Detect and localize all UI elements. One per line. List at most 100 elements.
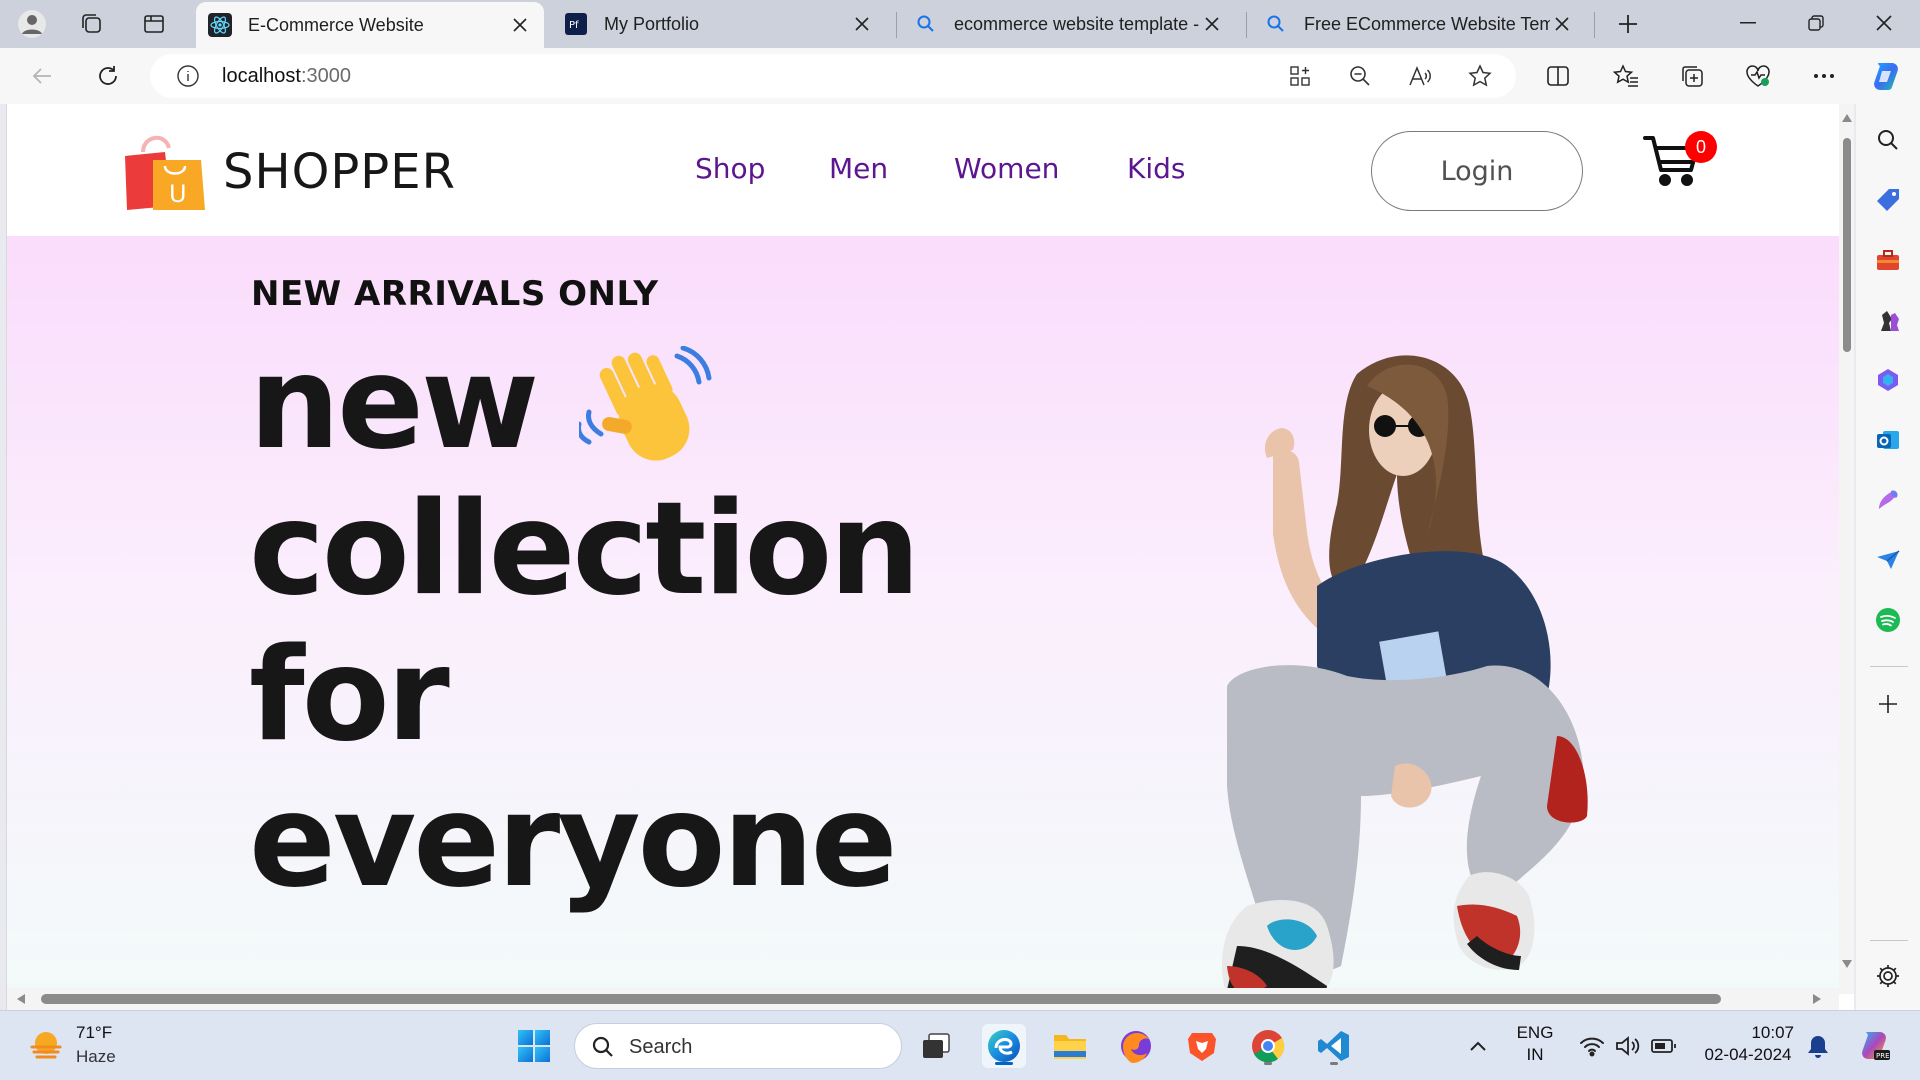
send-icon[interactable]: [1872, 544, 1904, 576]
shopping-tag-icon[interactable]: [1872, 184, 1904, 216]
edge-taskbar-icon[interactable]: [982, 1024, 1026, 1068]
notification-bell-icon[interactable]: [1796, 1024, 1840, 1068]
scroll-left-arrow-icon[interactable]: [17, 994, 25, 1004]
minimize-icon[interactable]: [1714, 0, 1782, 46]
page-viewport: U SHOPPER Shop Men Women Kids Login 0 NE…: [6, 104, 1854, 1010]
microsoft-365-icon[interactable]: [1872, 364, 1904, 396]
search-icon: [1264, 12, 1288, 36]
windows-taskbar: 71°F Haze Search ENG IN 10:07 02-04-2024…: [0, 1010, 1920, 1080]
tab-title: Free ECommerce Website Temp: [1304, 13, 1550, 34]
sidebar-divider: [1870, 666, 1908, 667]
scroll-up-arrow-icon[interactable]: [1842, 114, 1852, 122]
nav-link-women[interactable]: Women: [954, 152, 1059, 185]
new-tab-icon[interactable]: [1612, 8, 1644, 40]
spotify-icon[interactable]: [1872, 604, 1904, 636]
waving-hand-icon: [579, 346, 715, 476]
settings-gear-icon[interactable]: [1872, 960, 1904, 992]
close-icon[interactable]: [850, 12, 874, 36]
collections-icon[interactable]: [1674, 58, 1710, 94]
brave-icon[interactable]: [1180, 1024, 1224, 1068]
vertical-scrollbar[interactable]: [1839, 104, 1854, 994]
chrome-icon[interactable]: [1246, 1024, 1290, 1068]
running-indicator: [1264, 1062, 1272, 1065]
edge-sidebar: [1856, 104, 1920, 1010]
workspaces-icon[interactable]: [76, 8, 108, 40]
refresh-icon[interactable]: [90, 58, 126, 94]
horizontal-scroll-thumb[interactable]: [41, 994, 1721, 1004]
svg-text:PRE: PRE: [1876, 1052, 1890, 1060]
horizontal-scrollbar[interactable]: [7, 988, 1839, 1010]
tab-separator: [1246, 12, 1247, 38]
firefox-icon[interactable]: [1114, 1024, 1158, 1068]
brand-name[interactable]: SHOPPER: [223, 144, 456, 200]
copilot-preview-icon[interactable]: PRE: [1852, 1024, 1896, 1068]
hero-eyebrow: NEW ARRIVALS ONLY: [251, 274, 659, 314]
weather-haze-icon[interactable]: [28, 1027, 64, 1063]
clock-date: 02-04-2024: [1704, 1045, 1792, 1064]
hero-headline-line: new: [249, 329, 539, 478]
favorites-icon[interactable]: [1608, 58, 1644, 94]
add-icon[interactable]: [1872, 688, 1904, 720]
copilot-icon[interactable]: [1868, 58, 1904, 94]
file-explorer-icon[interactable]: [1048, 1024, 1092, 1068]
login-button[interactable]: Login: [1371, 131, 1583, 211]
shopping-bag-logo-icon[interactable]: U: [123, 130, 207, 210]
close-icon[interactable]: [1550, 12, 1574, 36]
read-aloud-icon[interactable]: [1406, 62, 1434, 90]
tab-ecommerce[interactable]: E-Commerce Website: [196, 2, 544, 48]
address-bar[interactable]: localhost:3000: [150, 54, 1516, 98]
nav-link-shop[interactable]: Shop: [695, 152, 765, 185]
pf-icon: Pf: [564, 12, 588, 36]
scroll-down-arrow-icon[interactable]: [1842, 960, 1852, 968]
weather-temperature[interactable]: 71°F: [76, 1023, 112, 1043]
tab-free-templates[interactable]: Free ECommerce Website Temp: [1252, 0, 1586, 48]
url-text[interactable]: localhost:3000: [222, 65, 351, 88]
search-icon: [592, 1036, 613, 1057]
site-navbar: U SHOPPER Shop Men Women Kids Login 0: [7, 104, 1839, 236]
outlook-icon[interactable]: [1872, 424, 1904, 456]
designer-icon[interactable]: [1872, 484, 1904, 516]
restore-icon[interactable]: [1782, 0, 1850, 46]
search-placeholder: Search: [629, 1036, 693, 1058]
nav-link-men[interactable]: Men: [829, 152, 888, 185]
show-hidden-icons-chevron-icon[interactable]: [1456, 1024, 1500, 1068]
close-icon[interactable]: [508, 13, 532, 37]
weather-condition[interactable]: Haze: [76, 1047, 116, 1067]
tab-actions-icon[interactable]: [138, 8, 170, 40]
battery-icon[interactable]: [1642, 1024, 1686, 1068]
taskbar-search-box[interactable]: Search: [574, 1023, 902, 1069]
language-code: ENG: [1516, 1023, 1554, 1042]
tab-separator: [1594, 12, 1595, 38]
nav-link-kids[interactable]: Kids: [1127, 152, 1186, 185]
running-indicator: [1330, 1062, 1338, 1065]
tab-title: ecommerce website template -: [954, 13, 1200, 34]
scroll-right-arrow-icon[interactable]: [1813, 994, 1821, 1004]
back-icon[interactable]: [24, 58, 60, 94]
apps-icon[interactable]: [1286, 62, 1314, 90]
browser-essentials-icon[interactable]: [1740, 58, 1776, 94]
task-view-icon[interactable]: [914, 1024, 958, 1068]
tab-portfolio[interactable]: Pf My Portfolio: [552, 0, 886, 48]
windows-start-icon[interactable]: [512, 1024, 556, 1068]
games-icon[interactable]: [1872, 304, 1904, 336]
tab-title: My Portfolio: [604, 13, 700, 34]
zoom-out-icon[interactable]: [1346, 62, 1374, 90]
tools-icon[interactable]: [1872, 244, 1904, 276]
profile-icon[interactable]: [16, 8, 48, 40]
close-window-icon[interactable]: [1850, 0, 1918, 46]
language-indicator[interactable]: ENG IN: [1510, 1023, 1560, 1065]
search-icon: [914, 12, 938, 36]
hero-headline-line: collection: [249, 475, 920, 624]
close-icon[interactable]: [1200, 12, 1224, 36]
hero-model-image: [1207, 346, 1647, 1010]
tab-separator: [896, 12, 897, 38]
site-info-icon[interactable]: [176, 64, 200, 88]
tab-template-search[interactable]: ecommerce website template -: [902, 0, 1236, 48]
search-icon[interactable]: [1872, 124, 1904, 156]
favorite-star-icon[interactable]: [1466, 62, 1494, 90]
vertical-scroll-thumb[interactable]: [1843, 138, 1851, 352]
more-options-icon[interactable]: [1806, 58, 1842, 94]
vscode-icon[interactable]: [1312, 1024, 1356, 1068]
split-screen-icon[interactable]: [1540, 58, 1576, 94]
clock[interactable]: 10:07 02-04-2024: [1696, 1023, 1800, 1065]
